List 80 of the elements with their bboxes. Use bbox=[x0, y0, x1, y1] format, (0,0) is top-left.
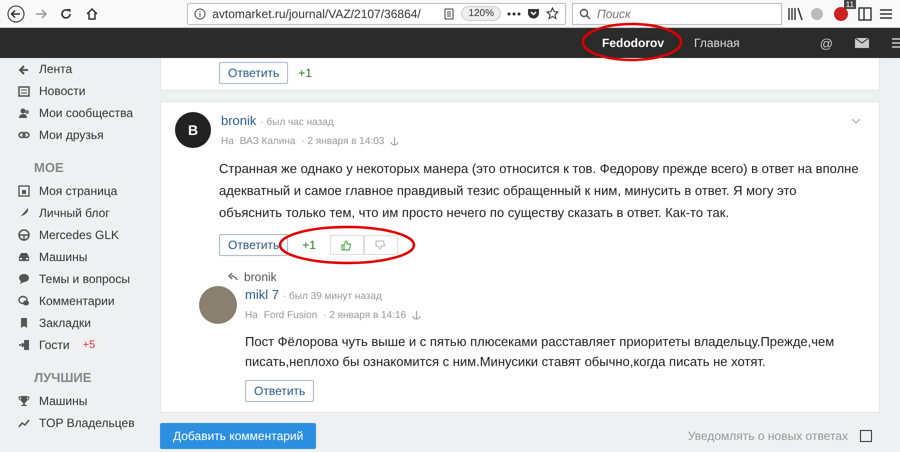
sidebar-link[interactable]: Гости bbox=[39, 338, 70, 352]
comment-text: Пост Фёлорова чуть выше и с пятью плюсеками расставляет приоритеты владельцу.Прежде,чем писать,неплохо бы ознакомится с ним.Минусики ставят обычно,когда писать не хотят. bbox=[245, 333, 836, 371]
sidebar-link[interactable]: Личный блог bbox=[39, 206, 110, 220]
mentions-link[interactable]: @ bbox=[820, 36, 833, 50]
sidebar-link[interactable]: Комментарии bbox=[39, 294, 115, 308]
guest-count: +5 bbox=[82, 339, 96, 351]
back-button[interactable] bbox=[6, 2, 26, 24]
bookmark-icon bbox=[18, 317, 30, 329]
car-prefix: На bbox=[221, 136, 234, 147]
address-bar[interactable]: avtomarket.ru/journal/VAZ/2107/36864/ 120% bbox=[187, 2, 566, 24]
sidebar-link[interactable]: TOP Владельцев bbox=[39, 416, 135, 430]
reply-to-user[interactable]: bronik bbox=[244, 270, 277, 284]
newspaper-icon bbox=[18, 85, 30, 97]
star-icon[interactable] bbox=[546, 7, 560, 20]
menu-icon[interactable] bbox=[878, 8, 894, 20]
link-icon bbox=[18, 129, 30, 141]
people-icon bbox=[18, 107, 30, 119]
sidebar-link[interactable]: Машины bbox=[39, 250, 88, 264]
author-link[interactable]: mikl 7 bbox=[245, 287, 279, 302]
sidebar-icon[interactable] bbox=[858, 6, 872, 20]
reply-button[interactable]: Ответить bbox=[219, 234, 288, 256]
sidebar-link[interactable]: Машины bbox=[39, 394, 88, 408]
avatar: B bbox=[175, 112, 211, 148]
anchor-icon[interactable] bbox=[390, 137, 400, 146]
car-prefix: На bbox=[245, 310, 258, 321]
avatar bbox=[199, 286, 237, 324]
profile-page-icon bbox=[18, 185, 30, 197]
sidebar-link[interactable]: Новости bbox=[39, 84, 86, 98]
url-text: avtomarket.ru/journal/VAZ/2107/36864/ bbox=[212, 6, 422, 20]
author-link[interactable]: bronik bbox=[221, 113, 256, 128]
chat-bubbles-icon bbox=[18, 295, 30, 307]
sidebar-link[interactable]: Моя страница bbox=[39, 184, 118, 198]
reload-icon bbox=[59, 6, 74, 20]
reader-view-icon[interactable] bbox=[443, 8, 456, 20]
more-icon[interactable] bbox=[507, 12, 522, 16]
door-icon bbox=[18, 339, 30, 351]
home-link[interactable]: Главная bbox=[694, 36, 740, 50]
comment-date: · 2 января в 14:03 bbox=[301, 136, 384, 147]
sidebar-link[interactable]: Лента bbox=[39, 62, 72, 76]
last-seen: · был 39 минут назад bbox=[282, 291, 382, 302]
section-heading: МОЕ bbox=[33, 159, 65, 177]
score: +1 bbox=[302, 238, 316, 252]
last-seen: · был час назад bbox=[260, 117, 334, 128]
trophy-icon bbox=[18, 395, 30, 407]
thumbs-down-icon bbox=[375, 240, 386, 250]
search-field[interactable]: Поиск bbox=[572, 2, 782, 24]
arrow-left-icon bbox=[18, 63, 30, 75]
reply-arrow-icon bbox=[227, 273, 238, 281]
car-icon bbox=[18, 251, 30, 263]
extension-icon[interactable] bbox=[833, 6, 850, 22]
speech-bubble-icon bbox=[18, 273, 30, 285]
section-heading: ЛУЧШИЕ bbox=[33, 369, 92, 387]
library-icon[interactable] bbox=[788, 6, 804, 20]
sidebar-link[interactable]: Mercedes GLK bbox=[39, 228, 120, 242]
notify-checkbox[interactable] bbox=[860, 430, 872, 442]
info-icon bbox=[194, 8, 206, 20]
trend-line-icon bbox=[18, 417, 30, 429]
notify-label: Уведомлять о новых ответах bbox=[688, 429, 848, 443]
sidebar-link[interactable]: Закладки bbox=[39, 316, 91, 330]
extension-badge: 11 bbox=[844, 0, 856, 8]
sidebar-link[interactable]: Темы и вопросы bbox=[39, 272, 130, 286]
reply-button[interactable]: Ответить bbox=[245, 380, 314, 402]
thumbs-down-button[interactable] bbox=[364, 235, 398, 255]
arrow-right-icon bbox=[34, 6, 48, 20]
thumbs-up-button[interactable] bbox=[330, 235, 364, 255]
comment-date: · 2 января в 14:16 bbox=[323, 310, 406, 321]
steering-wheel-icon bbox=[18, 229, 30, 241]
comment-text: Странная же однако у некоторых манера (это относится к тов. Федорову прежде всего) в ответ на вполне адекватный и самое главное правдивый тезис обращенный к ним, минусить в ответ. Я могу это объяснить только тем, что им просто нечего по существу сказать в ответ. Как-то так. bbox=[219, 160, 859, 222]
reply-button[interactable]: Ответить bbox=[219, 62, 288, 84]
feather-icon bbox=[18, 207, 30, 219]
search-icon bbox=[579, 8, 592, 20]
thumbs-up-icon bbox=[341, 240, 352, 250]
score: +1 bbox=[298, 66, 312, 80]
zoom-level[interactable]: 120% bbox=[461, 6, 502, 21]
mail-icon[interactable] bbox=[854, 38, 869, 48]
home-icon bbox=[84, 6, 99, 20]
sidebar-link[interactable]: Мои сообщества bbox=[39, 106, 134, 120]
sidebar-link[interactable]: Мои друзья bbox=[39, 128, 104, 142]
anchor-icon[interactable] bbox=[412, 311, 422, 320]
pocket-icon[interactable] bbox=[527, 8, 540, 20]
